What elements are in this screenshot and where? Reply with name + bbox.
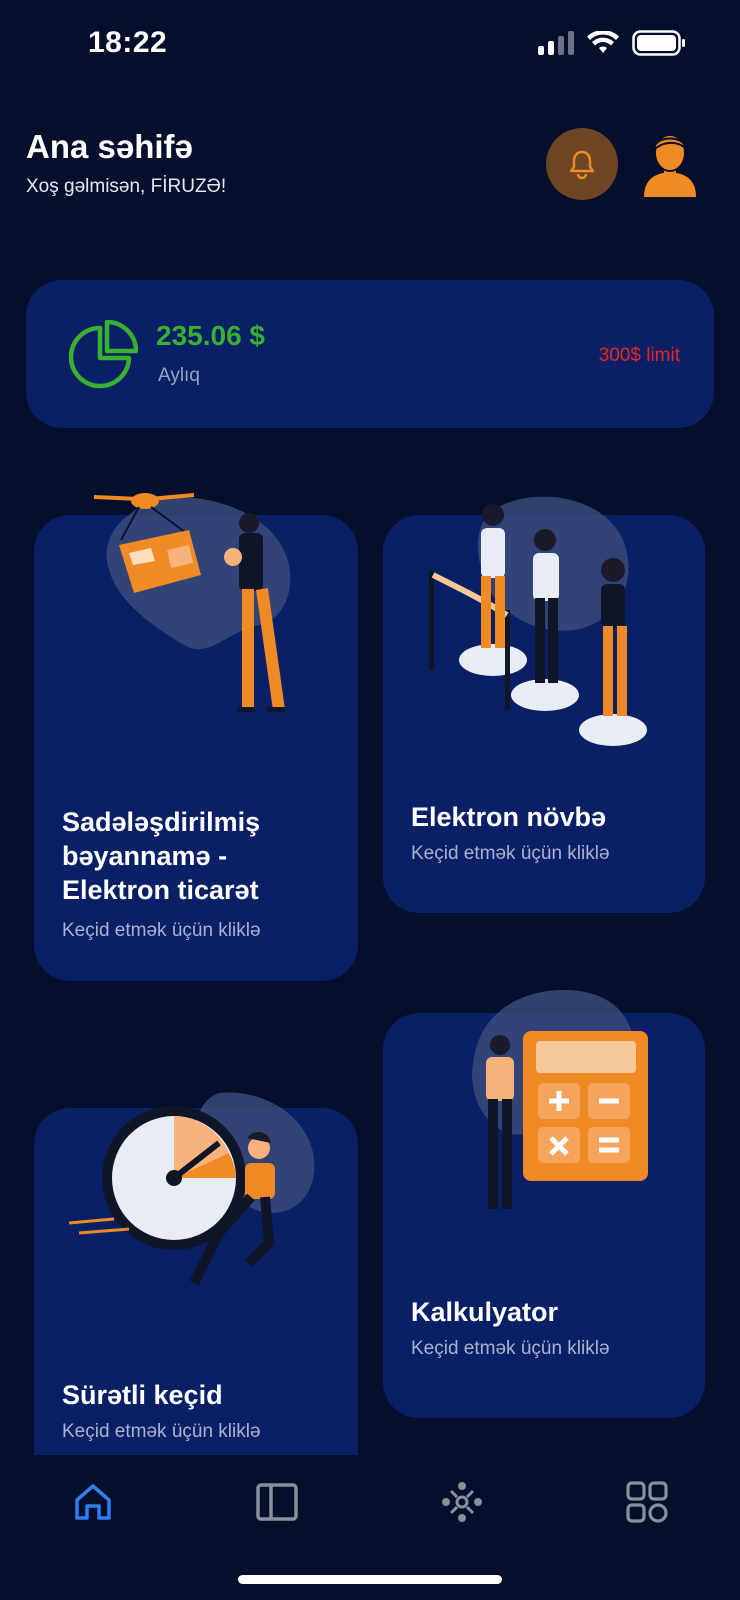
period-label: Aylıq bbox=[158, 365, 200, 386]
monthly-amount: 235.06 $ bbox=[156, 320, 265, 351]
tile-title: Kalkulyator bbox=[411, 1297, 559, 1327]
limit-label: 300$ limit bbox=[598, 345, 680, 366]
nav-layout[interactable] bbox=[252, 1477, 302, 1527]
tile-subtitle: Keçid etmək üçün kliklə bbox=[411, 1338, 610, 1359]
status-icons bbox=[538, 30, 686, 56]
status-bar: 18:22 bbox=[0, 0, 740, 90]
header: Ana səhifə Xoş gəlmisən, FİRUZƏ! bbox=[26, 128, 716, 208]
tile-electronic-queue[interactable]: Elektron növbə Keçid etmək üçün kliklə bbox=[383, 496, 705, 913]
grid-apps-icon bbox=[626, 1481, 668, 1523]
speedometer-runner-illustration bbox=[69, 1092, 315, 1286]
notifications-button[interactable] bbox=[546, 128, 618, 200]
tile-title-line: bəyannamə - bbox=[62, 841, 228, 871]
spending-summary-card[interactable]: 235.06 $ Aylıq 300$ limit bbox=[26, 280, 714, 428]
network-people-icon bbox=[442, 1482, 482, 1522]
nav-community[interactable] bbox=[437, 1477, 487, 1527]
status-time: 18:22 bbox=[88, 26, 168, 59]
tile-simplified-declaration[interactable]: Sadələşdirilmiş bəyannamə - Elektron tic… bbox=[34, 493, 358, 981]
drone-delivery-illustration bbox=[93, 493, 291, 712]
sidebar-layout-icon bbox=[256, 1483, 298, 1521]
wifi-icon bbox=[587, 31, 619, 53]
home-icon bbox=[75, 1484, 111, 1520]
avatar-icon bbox=[644, 134, 696, 197]
calculator-illustration bbox=[472, 989, 648, 1209]
tile-title: Sürətli keçid bbox=[62, 1380, 223, 1410]
tile-subtitle: Keçid etmək üçün kliklə bbox=[62, 920, 261, 941]
pie-chart-icon bbox=[68, 320, 138, 389]
tile-title-line: Elektron ticarət bbox=[62, 875, 259, 905]
queue-people-illustration bbox=[429, 496, 647, 746]
tile-calculator[interactable]: Kalkulyator Keçid etmək üçün kliklə bbox=[383, 989, 705, 1418]
tile-quick-access[interactable]: Sürətli keçid Keçid etmək üçün kliklə bbox=[34, 1092, 358, 1455]
nav-home[interactable] bbox=[68, 1477, 118, 1527]
home-indicator[interactable] bbox=[238, 1575, 502, 1584]
nav-apps[interactable] bbox=[622, 1477, 672, 1527]
tile-subtitle: Keçid etmək üçün kliklə bbox=[62, 1421, 261, 1442]
bell-icon bbox=[569, 150, 595, 179]
profile-button[interactable] bbox=[638, 128, 702, 200]
battery-icon bbox=[632, 30, 685, 56]
tile-title: Elektron növbə bbox=[411, 802, 607, 832]
tile-subtitle: Keçid etmək üçün kliklə bbox=[411, 843, 610, 864]
cellular-signal-icon bbox=[538, 31, 574, 55]
tile-title-line: Sadələşdirilmiş bbox=[62, 807, 261, 837]
